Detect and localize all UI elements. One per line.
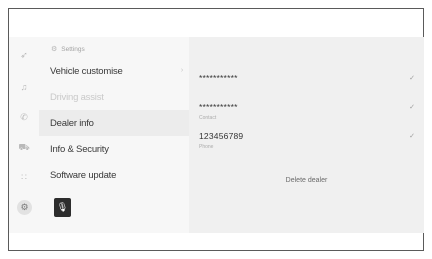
- phone-icon[interactable]: ✆: [18, 111, 30, 123]
- edit-icon[interactable]: ✓: [409, 103, 415, 111]
- microphone-icon: 🎙: [56, 202, 69, 212]
- menu-item-label: Info & Security: [50, 143, 109, 155]
- menu-item-label: Driving assist: [50, 91, 104, 103]
- navigation-icon[interactable]: ➶: [18, 49, 30, 61]
- settings-icon[interactable]: ⚙: [17, 200, 32, 215]
- edit-icon[interactable]: ✓: [409, 74, 415, 82]
- menu-item-label: Dealer info: [50, 117, 94, 129]
- dealer-info-panel: *********** ✓ *********** Contact ✓ 1234…: [189, 37, 424, 233]
- dealer-contact-label: Contact: [199, 115, 217, 121]
- dealer-phone-value: 123456789: [199, 131, 244, 141]
- screenshot-frame: ➶ ♫ ✆ ⛟ ∷ ⚙ ⚙ Settings Vehicle customise…: [8, 8, 424, 251]
- breadcrumb: ⚙ Settings: [51, 45, 85, 54]
- music-icon[interactable]: ♫: [18, 81, 30, 93]
- voice-button[interactable]: 🎙: [54, 198, 71, 217]
- dealer-name-value: ***********: [199, 73, 238, 83]
- menu-item-driving-assist[interactable]: Driving assist: [39, 84, 189, 110]
- vehicle-icon[interactable]: ⛟: [18, 141, 30, 153]
- delete-dealer-button[interactable]: Delete dealer: [189, 177, 424, 184]
- menu-item-label: Software update: [50, 169, 117, 181]
- edit-icon[interactable]: ✓: [409, 132, 415, 140]
- chevron-right-icon: ›: [180, 67, 183, 74]
- gear-icon: ⚙: [51, 46, 58, 53]
- apps-icon[interactable]: ∷: [18, 171, 30, 183]
- menu-item-label: Vehicle customise: [50, 65, 123, 77]
- dealer-contact-value: ***********: [199, 102, 238, 112]
- breadcrumb-title: Settings: [61, 45, 85, 53]
- menu-item-info-security[interactable]: Info & Security: [39, 136, 189, 162]
- settings-menu: ⚙ Settings Vehicle customise › Driving a…: [39, 37, 189, 233]
- side-rail: ➶ ♫ ✆ ⛟ ∷ ⚙: [9, 37, 39, 233]
- menu-item-dealer-info[interactable]: Dealer info: [39, 110, 189, 136]
- menu-item-software-update[interactable]: Software update: [39, 162, 189, 188]
- dealer-phone-label: Phone: [199, 144, 214, 150]
- menu-item-vehicle-customise[interactable]: Vehicle customise ›: [39, 58, 189, 84]
- head-unit-screen: ➶ ♫ ✆ ⛟ ∷ ⚙ ⚙ Settings Vehicle customise…: [9, 37, 424, 233]
